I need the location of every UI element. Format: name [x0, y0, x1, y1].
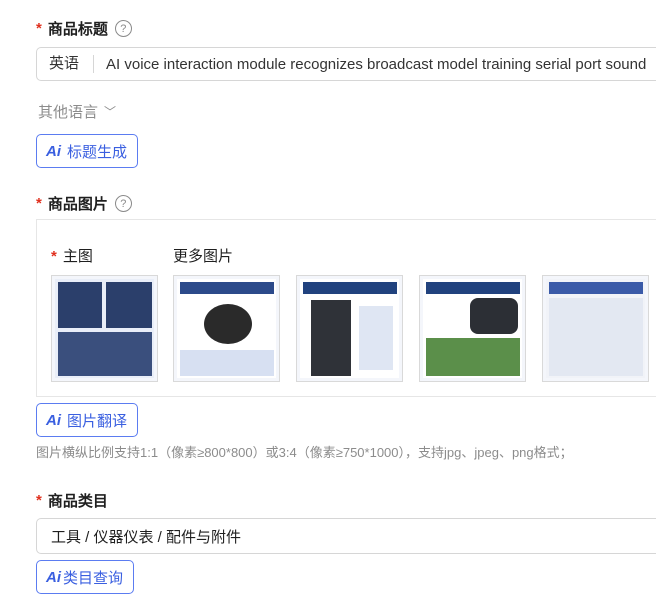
image-panel: * 主图 更多图片 [36, 219, 656, 397]
product-images-label: * 商品图片 ? [36, 193, 132, 214]
image-translate-button[interactable]: Ai 图片翻译 [36, 403, 139, 437]
title-generate-button[interactable]: Ai 标题生成 [36, 134, 139, 168]
category-query-button[interactable]: Ai 类目查询 [36, 560, 135, 594]
image-format-hint: 图片横纵比例支持1:1（像素≥800*800）或3:4（像素≥750*1000）… [36, 445, 573, 460]
title-input[interactable]: 英语 AI voice interaction module recognize… [36, 47, 656, 81]
required-mark: * [36, 492, 42, 509]
other-languages-toggle[interactable]: 其他语言 ﹀ [38, 101, 116, 122]
more-images-label: 更多图片 [173, 248, 234, 265]
product-category-label: * 商品类目 [36, 492, 108, 510]
main-image-label: * 主图 [51, 248, 93, 265]
required-mark: * [36, 195, 42, 212]
more-image-thumbnail[interactable] [296, 275, 403, 382]
product-title-label: * 商品标题 ? [36, 18, 132, 39]
help-icon[interactable]: ? [114, 195, 132, 212]
ai-icon: Ai [46, 411, 61, 429]
help-icon[interactable]: ? [114, 20, 132, 37]
language-prefix[interactable]: 英语 [37, 55, 95, 73]
chevron-down-icon: ﹀ [104, 105, 117, 119]
more-image-thumbnail[interactable] [419, 275, 526, 382]
ai-icon: Ai [46, 142, 61, 160]
more-image-thumbnail[interactable] [542, 275, 649, 382]
title-value[interactable]: AI voice interaction module recognizes b… [94, 56, 646, 73]
main-image-thumbnail[interactable] [51, 275, 158, 382]
more-image-thumbnail[interactable] [173, 275, 280, 382]
category-value[interactable]: 工具 / 仪器仪表 / 配件与附件 [51, 526, 241, 547]
required-mark: * [36, 20, 42, 37]
ai-icon: Ai [46, 568, 61, 586]
category-input[interactable]: 工具 / 仪器仪表 / 配件与附件 [36, 518, 656, 554]
